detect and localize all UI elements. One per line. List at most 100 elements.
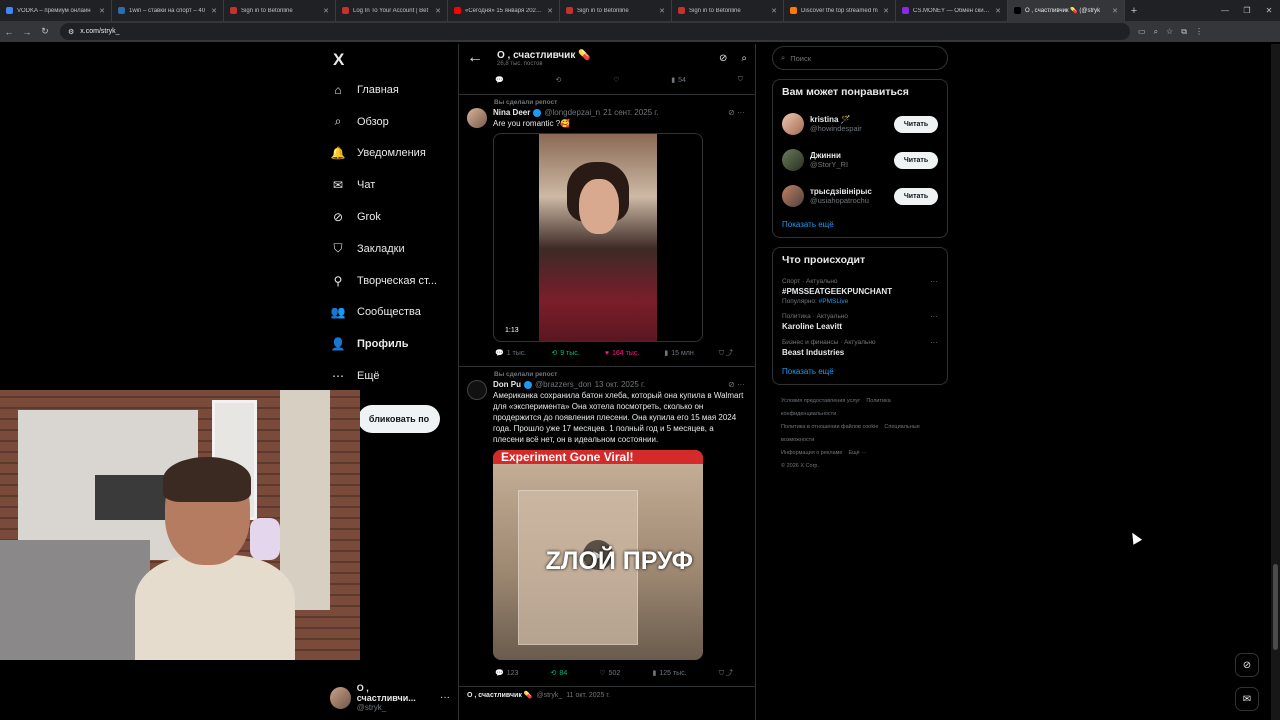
close-tab-icon[interactable]: ✕ xyxy=(883,7,889,15)
more-icon[interactable]: ⊘ ··· xyxy=(728,108,745,117)
reply-button[interactable]: 💬 1 тыс. xyxy=(495,349,526,358)
post-date[interactable]: 13 окт. 2025 г. xyxy=(595,380,646,389)
site-info-icon[interactable]: ⚙ xyxy=(68,28,74,36)
follow-button[interactable]: Читать xyxy=(894,151,938,169)
more-icon[interactable]: ··· xyxy=(930,338,938,347)
restore-icon[interactable]: ❐ xyxy=(1236,0,1258,21)
video-player[interactable]: Experiment Gone Viral! ▶ ZЛОЙ ПРУФ xyxy=(493,450,703,660)
grok-icon[interactable]: ⊘ xyxy=(719,53,727,64)
like-icon[interactable]: ♡ xyxy=(613,76,619,84)
nav-item[interactable]: ⚲ Творческая ст... xyxy=(325,265,455,297)
more-icon[interactable]: ··· xyxy=(930,312,938,321)
footer-link[interactable]: Условия предоставления услуг xyxy=(781,398,860,404)
author-name[interactable]: Don Pu xyxy=(493,380,521,389)
url-input[interactable]: ⚙ x.com/stryk_ xyxy=(60,23,1130,40)
back-icon[interactable]: ← xyxy=(0,27,18,37)
author-handle[interactable]: @brazzers_don xyxy=(535,380,592,389)
footer-link[interactable]: © 2026 X Corp. xyxy=(781,463,819,469)
nav-item[interactable]: 👥 Сообщества xyxy=(325,297,455,329)
nav-item[interactable]: ⛉ Закладки xyxy=(325,233,455,265)
show-more-link[interactable]: Показать ещё xyxy=(782,367,938,376)
close-tab-icon[interactable]: ✕ xyxy=(547,7,553,15)
back-arrow-icon[interactable]: ← xyxy=(467,49,483,67)
tweet[interactable]: Вы сделали репост Nina Deer @longdepzai_… xyxy=(459,95,755,360)
views-stat[interactable]: ▮ 54 xyxy=(671,76,686,85)
new-tab-button[interactable]: + xyxy=(1125,0,1143,21)
browser-tab[interactable]: Log In To Your Account | Bet ✕ xyxy=(336,0,448,21)
footer-link[interactable]: Политика в отношении файлов cookie xyxy=(781,424,878,430)
bookmark-icon[interactable]: ⛉ ⤴ xyxy=(719,668,733,678)
more-icon[interactable]: ⊘ ··· xyxy=(728,380,745,389)
nav-item[interactable]: ✉ Чат xyxy=(325,169,455,201)
follow-suggestion[interactable]: kristina 🪄 @howindespair Читать xyxy=(782,106,938,142)
author-handle[interactable]: @stryk_ xyxy=(537,692,563,699)
avatar[interactable] xyxy=(782,185,804,207)
repost-icon[interactable]: ⟲ xyxy=(556,76,562,84)
close-tab-icon[interactable]: ✕ xyxy=(1112,7,1118,15)
suggestion-name[interactable]: Джинни xyxy=(810,151,848,160)
browser-tab[interactable]: Sign in to Betonline ✕ xyxy=(224,0,336,21)
zoom-icon[interactable]: ⌕ xyxy=(1154,27,1158,37)
close-tab-icon[interactable]: ✕ xyxy=(771,7,777,15)
minimize-icon[interactable]: — xyxy=(1214,0,1236,21)
forward-icon[interactable]: → xyxy=(18,27,36,37)
suggestion-name[interactable]: kristina 🪄 xyxy=(810,115,862,124)
tweet[interactable]: О , счастливчик 💊 @stryk_ 11 окт. 2025 г… xyxy=(459,687,755,703)
suggestion-name[interactable]: трысдзівінірыс xyxy=(810,187,872,196)
bookmark-icon[interactable]: ⛉ ⤴ xyxy=(719,348,733,358)
nav-item[interactable]: 👤 Профиль xyxy=(325,328,455,360)
repost-button[interactable]: ⟲ 84 xyxy=(551,669,568,678)
scrollbar[interactable] xyxy=(1271,44,1280,720)
nav-item[interactable]: ⋯ Ещё xyxy=(325,360,455,392)
browser-tab[interactable]: 1win – ставки на спорт – 40 ✕ xyxy=(112,0,224,21)
like-button[interactable]: ♥ 164 тыс. xyxy=(605,350,639,357)
views-stat[interactable]: ▮ 15 млн xyxy=(664,349,693,358)
close-tab-icon[interactable]: ✕ xyxy=(435,7,441,15)
post-date[interactable]: 11 окт. 2025 г. xyxy=(566,692,610,699)
search-icon[interactable]: ⌕ xyxy=(741,53,747,64)
close-tab-icon[interactable]: ✕ xyxy=(323,7,329,15)
close-tab-icon[interactable]: ✕ xyxy=(99,7,105,15)
author-name[interactable]: О , счастливчик 💊 xyxy=(467,691,533,699)
search-input[interactable]: ⌕ Поиск xyxy=(772,46,948,70)
reply-button[interactable]: 💬 123 xyxy=(495,669,518,678)
close-tab-icon[interactable]: ✕ xyxy=(995,7,1001,15)
more-icon[interactable]: ··· xyxy=(930,277,938,286)
x-logo-icon[interactable]: X xyxy=(325,44,455,74)
close-window-icon[interactable]: ✕ xyxy=(1258,0,1280,21)
popular-tag-link[interactable]: #PMSLive xyxy=(819,298,849,305)
avatar[interactable] xyxy=(782,149,804,171)
video-player[interactable]: 1:13 xyxy=(493,133,703,342)
grok-float-icon[interactable]: ⊘ xyxy=(1235,653,1259,677)
trend-item[interactable]: Политика · Актуально Karoline Leavitt ··· xyxy=(782,309,938,335)
follow-suggestion[interactable]: трысдзівінірыс @usiahopatrochu Читать xyxy=(782,178,938,214)
browser-tab[interactable]: О , счастливчик 💊 (@stryk ✕ xyxy=(1008,0,1125,21)
post-button[interactable]: бликовать по xyxy=(358,405,440,433)
views-stat[interactable]: ▮ 125 тыс. xyxy=(652,669,686,678)
nav-item[interactable]: ⌂ Главная xyxy=(325,74,455,106)
browser-tab[interactable]: VODKA – премиум онлайн ✕ xyxy=(0,0,112,21)
follow-button[interactable]: Читать xyxy=(894,115,938,133)
extensions-icon[interactable]: ⧉ xyxy=(1181,27,1187,37)
bookmark-icon[interactable]: ⛉ xyxy=(738,76,743,84)
author-name[interactable]: Nina Deer xyxy=(493,108,530,117)
browser-tab[interactable]: Discover the top streamed m ✕ xyxy=(784,0,896,21)
avatar[interactable] xyxy=(467,380,487,400)
follow-button[interactable]: Читать xyxy=(894,187,938,205)
browser-tab[interactable]: Sign in to Betonline ✕ xyxy=(560,0,672,21)
menu-icon[interactable]: ⋮ xyxy=(1195,27,1203,37)
browser-tab[interactable]: CS.MONEY — Обмен скинов ✕ xyxy=(896,0,1008,21)
avatar[interactable] xyxy=(782,113,804,135)
messages-float-icon[interactable]: ✉ xyxy=(1235,687,1259,711)
like-button[interactable]: ♡ 502 xyxy=(599,669,620,678)
scrollbar-thumb[interactable] xyxy=(1273,564,1278,650)
more-icon[interactable]: ··· xyxy=(440,692,450,703)
author-handle[interactable]: @longdepzai_n xyxy=(544,108,600,117)
cast-icon[interactable]: ▭ xyxy=(1138,27,1146,37)
nav-item[interactable]: ⊘ Grok xyxy=(325,201,455,233)
nav-item[interactable]: 🔔 Уведомления xyxy=(325,138,455,170)
nav-item[interactable]: ⌕ Обзор xyxy=(325,106,455,138)
reply-icon[interactable]: 💬 xyxy=(495,76,504,84)
star-icon[interactable]: ☆ xyxy=(1166,27,1173,37)
account-switcher[interactable]: О , счастливчи... @stryk_ ··· xyxy=(330,683,450,712)
